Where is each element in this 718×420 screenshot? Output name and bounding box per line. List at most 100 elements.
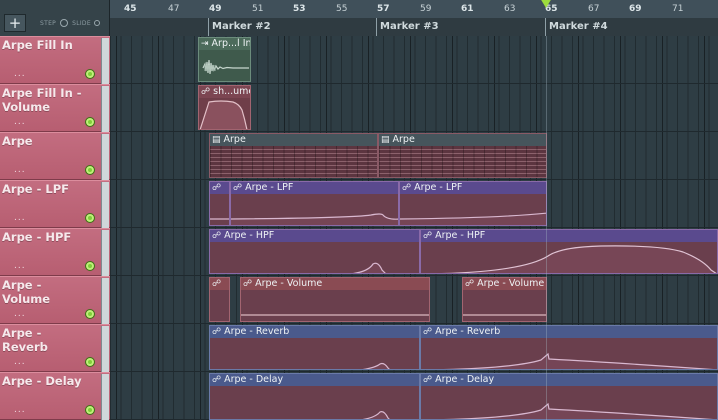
track-name: Arpe - HPF [2,230,72,244]
track-options-dots[interactable]: ... [14,165,26,175]
mute-led-icon[interactable] [85,405,95,415]
automation-clip[interactable]: ☍ Arpe - LPF [230,181,399,226]
automation-curve [400,212,546,225]
automation-curve [442,352,714,369]
mute-led-icon[interactable] [85,261,95,271]
track-options-dots[interactable]: ... [14,405,26,415]
automation-clip[interactable]: ☍ Arpe - Volume [462,277,547,322]
lane-arpe-volume[interactable]: ☍ ☍ Arpe - Volume ☍ Arpe - Volume [110,276,718,324]
automation-curve [352,262,386,273]
track-header-arpe-lpf[interactable]: Arpe - LPF ... [0,180,110,228]
track-resize-grip[interactable] [101,86,109,132]
bar-numbers[interactable]: 45 47 49 51 53 55 57 59 61 63 65 67 69 7… [110,0,718,18]
track-resize-grip[interactable] [101,230,109,276]
step-slide-switch-icon[interactable] [60,19,69,27]
automation-clip[interactable]: ☍ Arpe - Delay [420,373,718,420]
lane-arpe-fill-in[interactable]: ⇥ Arp...l In [110,36,718,84]
slide-label: SLIDE [72,19,91,27]
track-resize-grip[interactable] [101,182,109,228]
mute-led-icon[interactable] [85,213,95,223]
automation-clip[interactable]: ☍ Arpe - Reverb [209,325,420,370]
lane-arpe[interactable]: ▤ Arpe ▤ Arpe [110,132,718,180]
playlist-corner: + STEP SLIDE [0,0,110,36]
bar-number: 69 [629,4,642,14]
bar-number: 45 [124,4,137,14]
add-track-button[interactable]: + [4,14,26,32]
track-options-dots[interactable]: ... [14,309,26,319]
bar-number: 55 [336,4,348,14]
track-resize-grip[interactable] [101,278,109,324]
marker-2[interactable]: Marker #2 [208,18,271,36]
bar-number: 67 [588,4,600,14]
track-header-arpe-volume[interactable]: Arpe - Volume ... [0,276,110,324]
track-header-arpe-reverb[interactable]: Arpe - Reverb ... [0,324,110,372]
automation-clip[interactable]: ☍ Arpe - Volume [240,277,430,322]
automation-clip[interactable]: ☍ Arpe - LPF [399,181,547,226]
track-header-arpe-hpf[interactable]: Arpe - HPF ... [0,228,110,276]
track-name: Arpe Fill In - Volume [2,86,82,114]
bar-number: 49 [209,4,222,14]
automation-clip[interactable]: ☍ Arpe - HPF [209,229,420,274]
playlist-lanes[interactable]: ⇥Arp...l In ☍sh...ume [110,36,718,420]
track-header-arpe[interactable]: Arpe ... [0,132,110,180]
automation-curve [199,100,248,129]
clip-label: Arpe [392,134,415,145]
mute-led-icon[interactable] [85,357,95,367]
pattern-notes [379,146,546,177]
clip-header[interactable]: ▤ Arpe [210,134,377,146]
automation-curve [442,402,714,419]
automation-curve [210,218,229,220]
track-resize-grip[interactable] [101,38,109,84]
automation-clip[interactable]: ☍ Arpe - HPF [420,229,718,274]
clip-header[interactable]: ☍ [210,278,229,290]
track-options-dots[interactable]: ... [14,117,26,127]
pattern-clip[interactable]: ▤ Arpe [209,133,378,178]
playhead-icon[interactable] [540,0,552,8]
automation-clip[interactable]: ☍ Arpe - Reverb [420,325,718,370]
track-header-arpe-fill-in-volume[interactable]: Arpe Fill In - Volume ... [0,84,110,132]
bar-number: 59 [420,4,432,14]
pattern-clip[interactable]: ▤ Arpe [378,133,547,178]
lane-arpe-hpf[interactable]: ☍ Arpe - HPF ☍ Arpe - HPF [110,228,718,276]
bar-number: 57 [377,4,390,14]
automation-clip-icon: ☍ [212,279,222,289]
bar-number: 71 [672,4,684,14]
marker-lane[interactable]: Marker #2 Marker #3 Marker #4 [110,18,718,36]
automation-clip[interactable]: ☍ Arpe - Delay [209,373,420,420]
track-options-dots[interactable]: ... [14,357,26,367]
mute-led-icon[interactable] [85,309,95,319]
mute-led-icon[interactable] [85,69,95,79]
track-options-dots[interactable]: ... [14,213,26,223]
marker-3[interactable]: Marker #3 [376,18,439,36]
step-slide-toggle[interactable]: STEP SLIDE [40,19,104,27]
track-name: Arpe Fill In [2,38,73,52]
marker-4[interactable]: Marker #4 [545,18,608,36]
bar-number: 63 [504,4,516,14]
automation-clip[interactable]: ☍ [209,277,230,322]
lane-arpe-delay[interactable]: ☍ Arpe - Delay ☍ Arpe - Delay [110,372,718,420]
track-header-arpe-fill-in[interactable]: Arpe Fill In ... [0,36,110,84]
timeline-ruler[interactable]: 45 47 49 51 53 55 57 59 61 63 65 67 69 7… [110,0,718,36]
playlist-window: + STEP SLIDE 45 47 49 51 53 55 57 59 61 6… [0,0,718,420]
clip-header[interactable]: ▤ Arpe [379,134,546,146]
mute-led-icon[interactable] [85,117,95,127]
audio-waveform [202,59,249,75]
track-resize-grip[interactable] [101,374,109,420]
track-resize-grip[interactable] [101,326,109,372]
pattern-clip-icon: ▤ [381,135,390,145]
track-header-arpe-delay[interactable]: Arpe - Delay ... [0,372,110,420]
track-resize-grip[interactable] [101,134,109,180]
automation-clip[interactable]: ☍sh...ume [198,85,251,130]
track-options-dots[interactable]: ... [14,261,26,271]
lane-arpe-reverb[interactable]: ☍ Arpe - Reverb ☍ Arpe - Reverb [110,324,718,372]
automation-clip[interactable]: ☍ [209,181,230,226]
track-name: Arpe - Reverb [2,326,48,354]
slide-radio-icon[interactable] [93,20,100,26]
automation-curve [362,411,390,419]
bar-number: 47 [168,4,180,14]
track-options-dots[interactable]: ... [14,69,26,79]
mute-led-icon[interactable] [85,165,95,175]
lane-arpe-fill-in-volume[interactable]: ☍sh...ume [110,84,718,132]
lane-arpe-lpf[interactable]: ☍ ☍ Arpe - LPF ☍ Arpe - LPF [110,180,718,228]
audio-clip[interactable]: ⇥ Arp...l In [198,37,251,82]
